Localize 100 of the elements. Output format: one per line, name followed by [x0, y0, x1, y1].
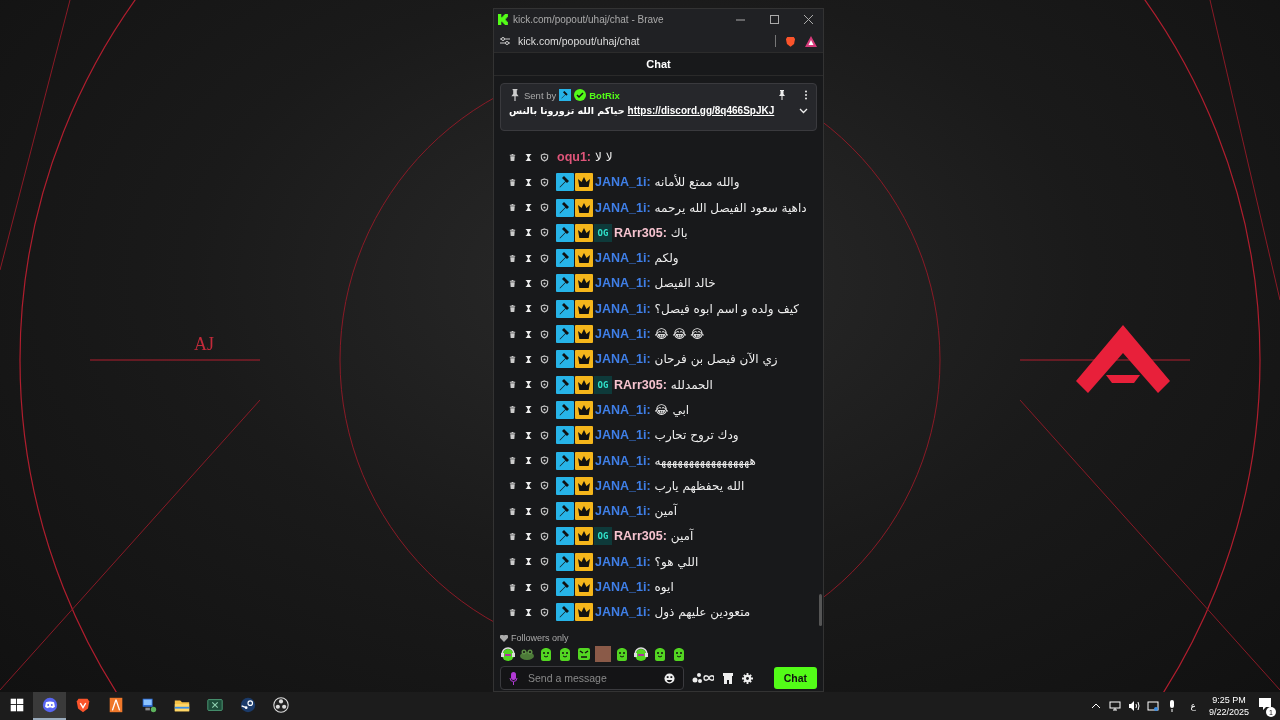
- trash-icon[interactable]: [508, 228, 517, 238]
- hourglass-icon[interactable]: [524, 430, 533, 440]
- username[interactable]: JANA_1i:: [595, 276, 651, 291]
- hourglass-icon[interactable]: [524, 304, 533, 314]
- store-icon[interactable]: [722, 672, 734, 684]
- taskbar-app-button[interactable]: [33, 692, 66, 720]
- shield-icon[interactable]: [540, 607, 549, 617]
- username[interactable]: JANA_1i:: [595, 504, 651, 519]
- shield-icon[interactable]: [540, 152, 549, 162]
- shield-icon[interactable]: [540, 506, 549, 516]
- site-settings-icon[interactable]: [500, 36, 510, 46]
- maximize-icon[interactable]: [769, 15, 779, 24]
- username[interactable]: JANA_1i:: [595, 428, 651, 443]
- shield-icon[interactable]: [540, 203, 549, 213]
- blob-emote-icon[interactable]: [614, 646, 630, 662]
- discord-link[interactable]: https://discord.gg/8q466SpJKJ: [627, 105, 775, 116]
- username[interactable]: JANA_1i:: [595, 580, 651, 595]
- shield-icon[interactable]: [540, 380, 549, 390]
- username[interactable]: JANA_1i:: [595, 200, 651, 215]
- send-chat-button[interactable]: Chat: [773, 667, 817, 689]
- username[interactable]: JANA_1i:: [595, 327, 651, 342]
- hourglass-icon[interactable]: [524, 253, 533, 263]
- hourglass-icon[interactable]: [524, 582, 533, 592]
- message-box[interactable]: Send a message: [500, 666, 684, 690]
- points-icon[interactable]: [692, 672, 714, 684]
- shield-icon[interactable]: [540, 177, 549, 187]
- shield-icon[interactable]: [540, 228, 549, 238]
- trash-icon[interactable]: [508, 380, 517, 390]
- shield-icon[interactable]: [540, 279, 549, 288]
- hourglass-icon[interactable]: [524, 405, 533, 415]
- shield-icon[interactable]: [540, 304, 549, 314]
- shield-icon[interactable]: [540, 456, 549, 466]
- hourglass-icon[interactable]: [524, 531, 533, 541]
- username[interactable]: JANA_1i:: [595, 478, 651, 493]
- clock[interactable]: 9:25 PM 9/22/2025: [1208, 694, 1249, 718]
- blob-emote-icon[interactable]: [557, 646, 573, 662]
- hourglass-icon[interactable]: [524, 152, 533, 162]
- hourglass-icon[interactable]: [524, 506, 533, 516]
- display-icon[interactable]: [1146, 700, 1159, 712]
- username[interactable]: JANA_1i:: [595, 352, 651, 367]
- hourglass-icon[interactable]: [524, 228, 533, 238]
- trash-icon[interactable]: [508, 304, 517, 314]
- trash-icon[interactable]: [508, 456, 517, 466]
- shield-icon[interactable]: [540, 557, 549, 567]
- username[interactable]: JANA_1i:: [595, 554, 651, 569]
- trash-icon[interactable]: [508, 607, 517, 617]
- trash-icon[interactable]: [508, 430, 517, 440]
- lion-shield-icon[interactable]: [784, 34, 797, 48]
- trash-icon[interactable]: [508, 177, 517, 187]
- shield-icon[interactable]: [540, 481, 549, 491]
- trash-icon[interactable]: [508, 253, 517, 263]
- hourglass-icon[interactable]: [524, 329, 533, 339]
- blob-emote-icon[interactable]: [538, 646, 554, 662]
- trash-icon[interactable]: [508, 405, 517, 415]
- trash-icon[interactable]: [508, 152, 517, 162]
- username[interactable]: JANA_1i:: [595, 175, 651, 190]
- shield-icon[interactable]: [540, 354, 549, 364]
- emoji-icon[interactable]: [664, 672, 675, 684]
- username[interactable]: JANA_1i:: [595, 605, 651, 620]
- hourglass-icon[interactable]: [524, 203, 533, 213]
- trash-icon[interactable]: [508, 481, 517, 491]
- shield-icon[interactable]: [540, 430, 549, 440]
- username[interactable]: RArr305:: [614, 529, 667, 544]
- hourglass-icon[interactable]: [524, 279, 533, 288]
- username[interactable]: JANA_1i:: [595, 301, 651, 316]
- notification-icon[interactable]: [1258, 697, 1272, 711]
- username[interactable]: JANA_1i:: [595, 453, 651, 468]
- headset-emote-icon[interactable]: [633, 646, 649, 662]
- hourglass-icon[interactable]: [524, 177, 533, 187]
- username[interactable]: RArr305:: [614, 377, 667, 392]
- blob-emote-icon[interactable]: [671, 646, 687, 662]
- language-indicator[interactable]: ع: [1190, 701, 1196, 711]
- volume-icon[interactable]: [1127, 700, 1140, 712]
- shield-icon[interactable]: [540, 405, 549, 415]
- network-icon[interactable]: [1108, 700, 1121, 712]
- hourglass-icon[interactable]: [524, 380, 533, 390]
- scrollbar[interactable]: [819, 594, 822, 626]
- shield-icon[interactable]: [540, 329, 549, 339]
- triangle-icon[interactable]: [805, 35, 817, 47]
- settings-icon[interactable]: [742, 672, 753, 684]
- username[interactable]: oqu1:: [557, 150, 592, 164]
- username[interactable]: RArr305:: [614, 225, 667, 240]
- sender-name[interactable]: BotRix: [589, 89, 620, 101]
- more-options-button[interactable]: [804, 90, 808, 100]
- pin-button[interactable]: [777, 90, 787, 100]
- trash-icon[interactable]: [508, 329, 517, 339]
- shield-icon[interactable]: [540, 531, 549, 541]
- headset-emote-icon[interactable]: [500, 646, 516, 662]
- trash-icon[interactable]: [508, 203, 517, 213]
- hourglass-icon[interactable]: [524, 481, 533, 491]
- trash-icon[interactable]: [508, 354, 517, 364]
- trash-icon[interactable]: [508, 557, 517, 567]
- trash-icon[interactable]: [508, 582, 517, 592]
- username[interactable]: JANA_1i:: [595, 402, 651, 417]
- shield-icon[interactable]: [540, 582, 549, 592]
- expand-button[interactable]: [799, 107, 808, 114]
- username[interactable]: JANA_1i:: [595, 251, 651, 266]
- trash-icon[interactable]: [508, 279, 517, 288]
- shield-icon[interactable]: [540, 253, 549, 263]
- message-input[interactable]: Send a message: [526, 671, 656, 685]
